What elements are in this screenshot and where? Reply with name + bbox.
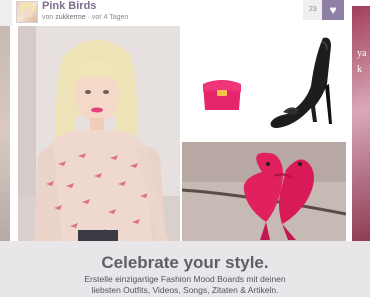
banner-description-line-2: liebsten Outfits, Videos, Songs, Zitaten…	[91, 285, 279, 295]
board-byline: von zukkerme · vor 4 Tagen	[42, 13, 128, 23]
love-birds-photo-tile[interactable]	[182, 142, 346, 241]
next-board-card[interactable]: ya k	[348, 0, 370, 241]
product-tile-bag[interactable]	[181, 26, 263, 136]
banner-description-line-1: Erstelle einzigartige Fashion Mood Board…	[84, 274, 286, 284]
pink-love-birds-image	[182, 142, 346, 241]
board-header: Pink Birds von zukkerme · vor 4 Tagen 23…	[12, 0, 348, 26]
blonde-woman-photo	[18, 26, 180, 241]
previous-board-image	[0, 26, 10, 241]
next-board-text: ya k	[357, 48, 367, 75]
board-title[interactable]: Pink Birds	[42, 0, 96, 13]
next-board-image: ya k	[352, 6, 370, 241]
avatar[interactable]	[16, 1, 38, 23]
avatar-face	[23, 8, 32, 18]
banner-description: Erstelle einzigartige Fashion Mood Board…	[0, 274, 370, 296]
author-link[interactable]: zukkerme	[55, 14, 85, 21]
black-pump-image	[265, 26, 347, 136]
product-tile-shoe[interactable]	[265, 26, 347, 136]
byline-prefix: von	[42, 14, 54, 21]
banner-headline: Celebrate your style.	[101, 253, 269, 272]
outfit-photo-tile[interactable]	[18, 26, 180, 241]
post-age: · vor 4 Tagen	[87, 14, 129, 21]
heart-icon: ♥	[329, 3, 337, 17]
pink-clutch-image	[181, 26, 263, 136]
like-button[interactable]: ♥	[322, 0, 344, 20]
